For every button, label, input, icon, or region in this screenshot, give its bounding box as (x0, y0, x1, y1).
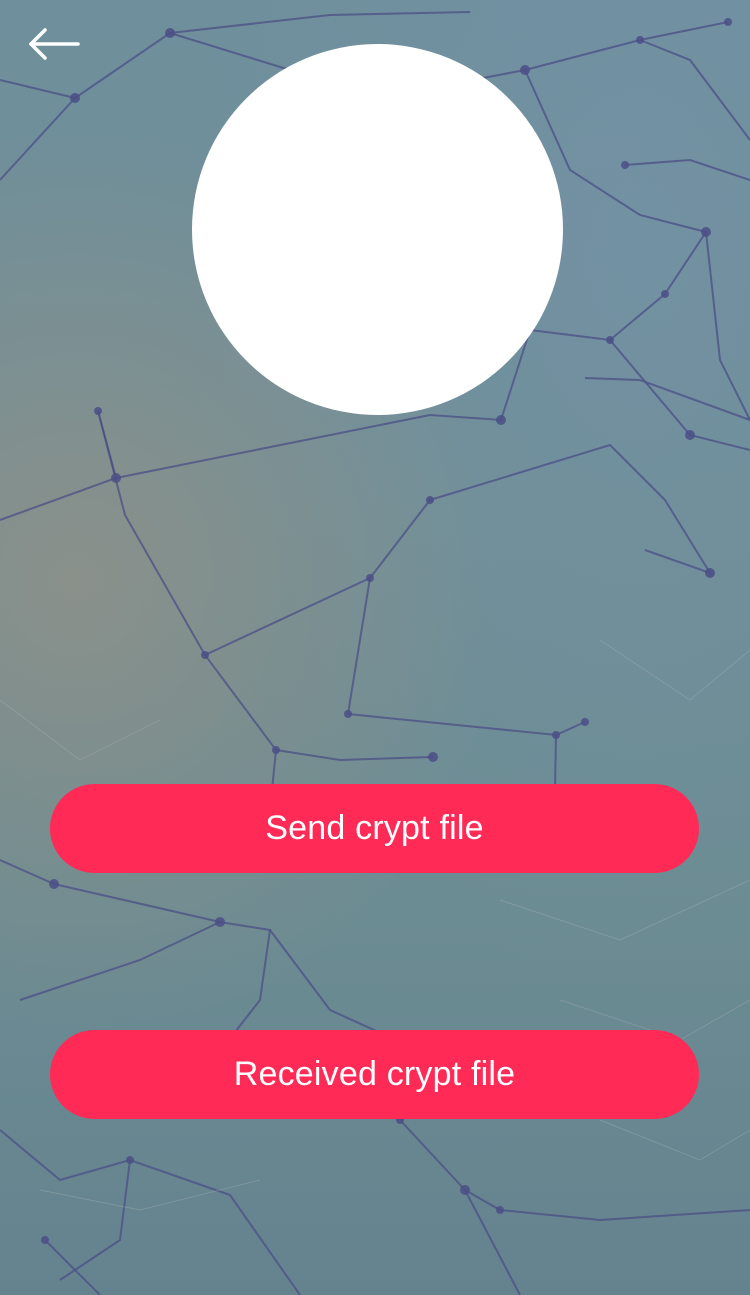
received-crypt-file-button[interactable]: Received crypt file (50, 1030, 699, 1119)
send-crypt-file-label: Send crypt file (265, 809, 484, 847)
received-crypt-file-label: Received crypt file (233, 1055, 516, 1093)
back-button[interactable] (26, 24, 86, 68)
send-crypt-file-button[interactable]: Send crypt file (50, 784, 699, 873)
avatar (192, 44, 563, 415)
app-screen: Send crypt file Received crypt file (0, 0, 750, 1295)
arrow-left-icon (26, 24, 86, 64)
